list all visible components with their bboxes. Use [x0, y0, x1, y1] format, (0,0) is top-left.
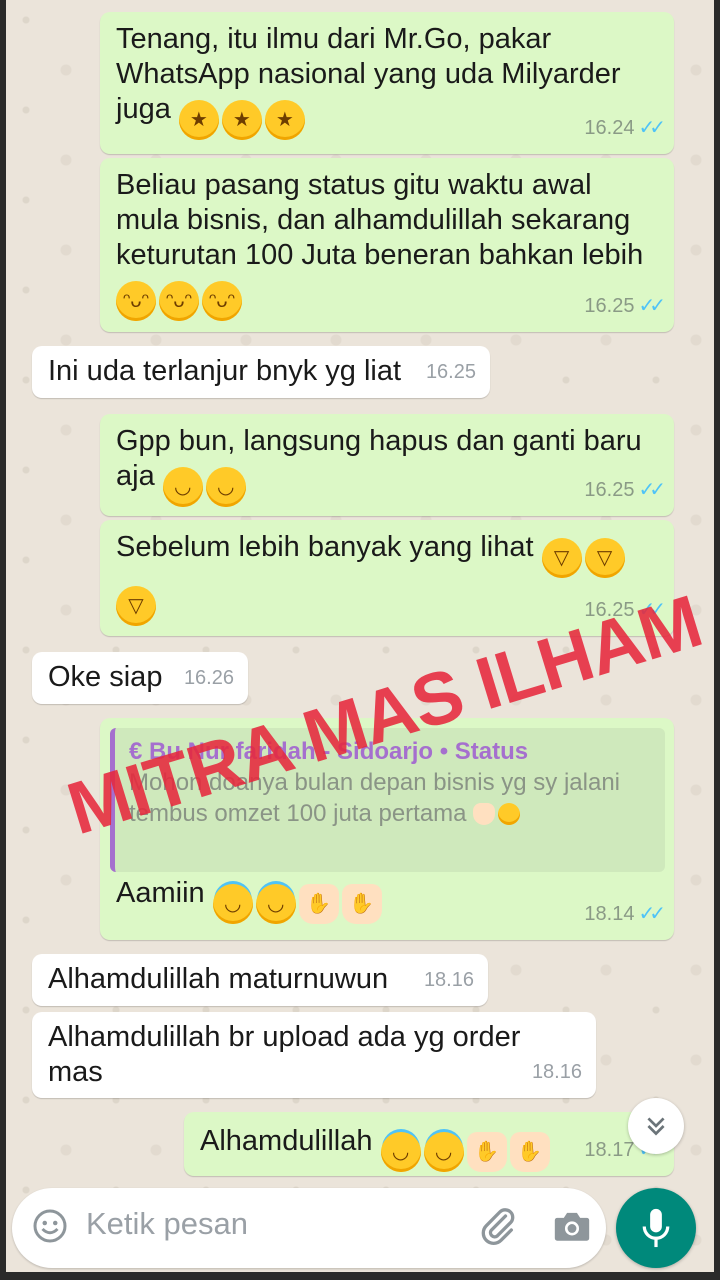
chevron-double-down-icon [647, 1117, 665, 1136]
smiling-emoji-icon: ◡ [162, 467, 203, 507]
halo-emoji-icon: ◡ [380, 1132, 421, 1172]
message-input[interactable]: Ketik pesan [86, 1206, 248, 1242]
laughing-emoji-icon: ᵔᴗᵔ [202, 281, 242, 321]
message-text: Alhamdulillah br upload ada yg order mas [48, 1021, 521, 1088]
grinning-emoji-icon: ▽ [584, 538, 625, 578]
message-incoming[interactable]: Oke siap 16.26 [32, 652, 248, 704]
message-incoming[interactable]: Ini uda terlanjur bnyk yg liat 16.25 [32, 346, 490, 398]
read-receipt-icon: ✓✓ [638, 295, 665, 317]
smiling-hearts-emoji-icon [498, 803, 521, 825]
message-outgoing[interactable]: Beliau pasang status gitu waktu awal mul… [100, 158, 674, 332]
emoji-icon[interactable] [32, 1208, 68, 1244]
message-time: 18.16 [531, 1061, 582, 1083]
halo-emoji-icon: ◡ [423, 1132, 464, 1172]
scroll-to-bottom-button[interactable] [628, 1098, 684, 1154]
message-meta: 16.24 ✓✓ [584, 117, 665, 139]
grinning-emoji-icon: ▽ [116, 586, 156, 626]
message-text: Aamiin ◡ ◡ ✋ ✋ [100, 876, 401, 924]
message-meta: 16.25 ✓✓ [584, 295, 665, 317]
grinning-emoji-icon: ▽ [541, 538, 582, 578]
screen-edge-right [714, 0, 720, 1280]
message-outgoing[interactable]: Gpp bun, langsung hapus dan ganti baru a… [100, 414, 674, 516]
message-text: Ini uda terlanjur bnyk yg liat [48, 355, 402, 387]
smiling-emoji-icon: ◡ [205, 467, 246, 507]
raising-hands-emoji-icon: ✋ [298, 884, 339, 924]
star-struck-emoji-icon: ★ [221, 100, 262, 140]
star-struck-emoji-icon: ★ [178, 100, 219, 140]
message-time: 16.25 [425, 361, 476, 383]
read-receipt-icon: ✓✓ [638, 117, 665, 139]
paperclip-icon[interactable] [478, 1206, 518, 1246]
message-text: Alhamdulillah maturnuwun [48, 963, 389, 995]
voice-record-button[interactable] [616, 1188, 696, 1268]
read-receipt-icon: ✓✓ [638, 479, 665, 501]
raising-hands-emoji-icon: ✋ [466, 1132, 507, 1172]
raising-hands-emoji-icon: ✋ [509, 1132, 550, 1172]
message-meta: 18.14 ✓✓ [584, 903, 665, 925]
laughing-emoji-icon: ᵔᴗᵔ [116, 281, 156, 321]
message-composer: Ketik pesan [12, 1188, 606, 1268]
halo-emoji-icon: ◡ [255, 884, 296, 924]
message-outgoing[interactable]: Tenang, itu ilmu dari Mr.Go, pakar Whats… [100, 12, 674, 154]
message-meta: 16.25 ✓✓ [584, 479, 665, 501]
message-outgoing[interactable]: Alhamdulillah ◡◡✋✋ 18.17✓✓ [184, 1112, 674, 1176]
camera-icon[interactable] [552, 1208, 592, 1244]
read-receipt-icon: ✓✓ [638, 903, 665, 925]
raising-hands-emoji-icon: ✋ [341, 884, 382, 924]
screen-edge-bottom [0, 1272, 720, 1280]
mic-icon [642, 1208, 670, 1248]
message-time: 18.16 [423, 969, 474, 991]
raising-hands-emoji-icon [473, 803, 496, 825]
message-incoming[interactable]: Alhamdulillah br upload ada yg order mas… [32, 1012, 596, 1098]
message-incoming[interactable]: Alhamdulillah maturnuwun 18.16 [32, 954, 488, 1006]
laughing-emoji-icon: ᵔᴗᵔ [159, 281, 199, 321]
halo-emoji-icon: ◡ [212, 884, 253, 924]
star-struck-emoji-icon: ★ [264, 100, 305, 140]
message-time: 16.26 [183, 667, 234, 689]
